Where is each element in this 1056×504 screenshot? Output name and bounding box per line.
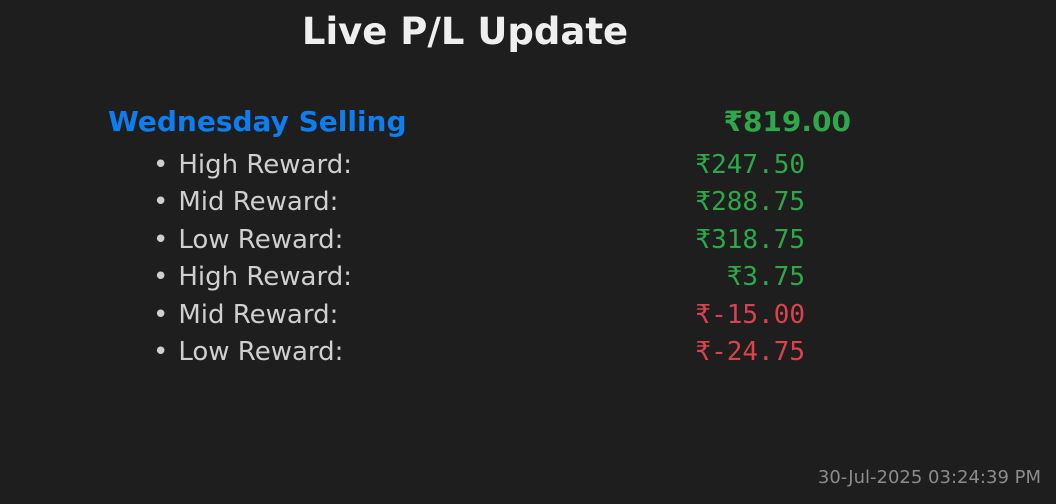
reward-value: ₹3.75 [726,262,805,293]
reward-label: • High Reward: [153,259,352,295]
reward-value: ₹-24.75 [695,336,805,367]
reward-label-text: Mid Reward: [178,187,339,218]
reward-label-text: Low Reward: [178,224,344,255]
bullet-icon: • [153,262,169,293]
bullet-icon: • [153,224,169,255]
list-item: • High Reward: ₹247.50 [0,147,1056,184]
reward-value: ₹247.50 [695,150,805,180]
reward-value: ₹318.75 [695,224,805,255]
bullet-icon: • [153,150,169,180]
page-title: Live P/L Update [301,10,629,53]
reward-label-text: Mid Reward: [178,299,339,330]
reward-label-text: High Reward: [178,150,352,180]
timestamp: 30-Jul-2025 03:24:39 PM [817,467,1041,488]
pl-update-page: Live P/L Update Wednesday Selling ₹819.0… [0,0,1056,504]
list-item: • Mid Reward: ₹288.75 [0,184,1056,221]
list-item: • Mid Reward: ₹-15.00 [0,297,1056,334]
reward-label-text: High Reward: [178,262,352,293]
reward-label: • Low Reward: [153,222,343,258]
section-total: ₹819.00 [723,105,851,138]
reward-value: ₹-15.00 [695,299,805,330]
bullet-icon: • [153,336,169,367]
bullet-icon: • [153,299,169,330]
reward-label: • Mid Reward: [153,184,338,220]
reward-label-text: Low Reward: [178,336,344,367]
reward-label: • High Reward: [153,147,352,183]
reward-label: • Low Reward: [153,334,343,370]
list-item: • High Reward: ₹3.75 [0,259,1056,296]
list-item: • Low Reward: ₹-24.75 [0,334,1056,371]
reward-list: • High Reward: ₹247.50 • Mid Reward: ₹288.… [0,147,1056,371]
section-label: Wednesday Selling [108,105,407,138]
list-item: • Low Reward: ₹318.75 [0,222,1056,259]
reward-label: • Mid Reward: [153,297,338,333]
bullet-icon: • [153,187,169,218]
reward-value: ₹288.75 [695,187,805,218]
